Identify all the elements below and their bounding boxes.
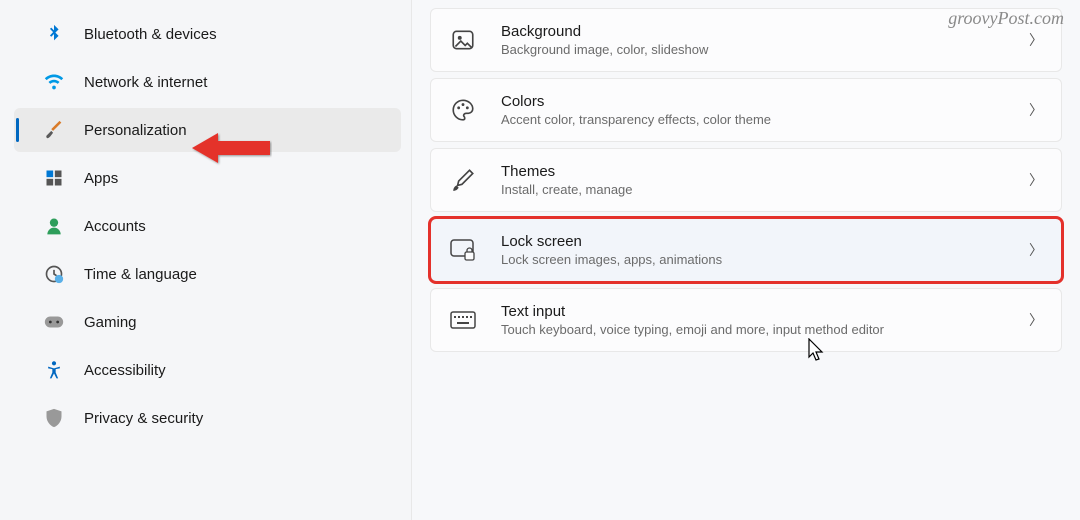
chevron-right-icon: 〉 [1029, 100, 1043, 120]
sidebar-item-label: Accounts [84, 218, 146, 235]
card-subtitle: Install, create, manage [501, 182, 1029, 197]
card-text-input[interactable]: Text input Touch keyboard, voice typing,… [430, 288, 1062, 352]
sidebar-item-label: Gaming [84, 314, 137, 331]
sidebar-item-network[interactable]: Network & internet [14, 60, 401, 104]
card-title: Themes [501, 163, 1029, 180]
sidebar-item-personalization[interactable]: Personalization [14, 108, 401, 152]
card-title: Colors [501, 93, 1029, 110]
sidebar-item-time-language[interactable]: Time & language [14, 252, 401, 296]
person-icon [42, 214, 66, 238]
clock-globe-icon [42, 262, 66, 286]
sidebar-item-apps[interactable]: Apps [14, 156, 401, 200]
paintbrush-icon [42, 118, 66, 142]
card-subtitle: Lock screen images, apps, animations [501, 252, 1029, 267]
chevron-right-icon: 〉 [1029, 170, 1043, 190]
sidebar-item-accounts[interactable]: Accounts [14, 204, 401, 248]
chevron-right-icon: 〉 [1029, 240, 1043, 260]
bluetooth-icon [42, 22, 66, 46]
card-subtitle: Background image, color, slideshow [501, 42, 1029, 57]
card-subtitle: Accent color, transparency effects, colo… [501, 112, 1029, 127]
gamepad-icon [42, 310, 66, 334]
apps-icon [42, 166, 66, 190]
sidebar-item-gaming[interactable]: Gaming [14, 300, 401, 344]
sidebar-item-accessibility[interactable]: Accessibility [14, 348, 401, 392]
card-themes[interactable]: Themes Install, create, manage 〉 [430, 148, 1062, 212]
accessibility-icon [42, 358, 66, 382]
sidebar-item-label: Time & language [84, 266, 197, 283]
picture-icon [449, 26, 477, 54]
watermark: groovyPost.com [948, 8, 1064, 29]
card-lock-screen[interactable]: Lock screen Lock screen images, apps, an… [430, 218, 1062, 282]
chevron-right-icon: 〉 [1029, 30, 1043, 50]
card-title: Lock screen [501, 233, 1029, 250]
shield-icon [42, 406, 66, 430]
sidebar-item-label: Personalization [84, 122, 187, 139]
brush-icon [449, 166, 477, 194]
keyboard-icon [449, 306, 477, 334]
sidebar-item-label: Apps [84, 170, 118, 187]
sidebar-item-label: Bluetooth & devices [84, 26, 217, 43]
personalization-panel: Background Background image, color, slid… [412, 0, 1080, 520]
sidebar-item-label: Privacy & security [84, 410, 203, 427]
card-subtitle: Touch keyboard, voice typing, emoji and … [501, 322, 1029, 337]
sidebar-item-label: Accessibility [84, 362, 166, 379]
wifi-icon [42, 70, 66, 94]
card-colors[interactable]: Colors Accent color, transparency effect… [430, 78, 1062, 142]
card-title: Text input [501, 303, 1029, 320]
sidebar-item-label: Network & internet [84, 74, 207, 91]
settings-sidebar: Bluetooth & devices Network & internet P… [0, 0, 412, 520]
palette-icon [449, 96, 477, 124]
lock-screen-icon [449, 236, 477, 264]
sidebar-item-privacy[interactable]: Privacy & security [14, 396, 401, 440]
chevron-right-icon: 〉 [1029, 310, 1043, 330]
sidebar-item-bluetooth[interactable]: Bluetooth & devices [14, 12, 401, 56]
